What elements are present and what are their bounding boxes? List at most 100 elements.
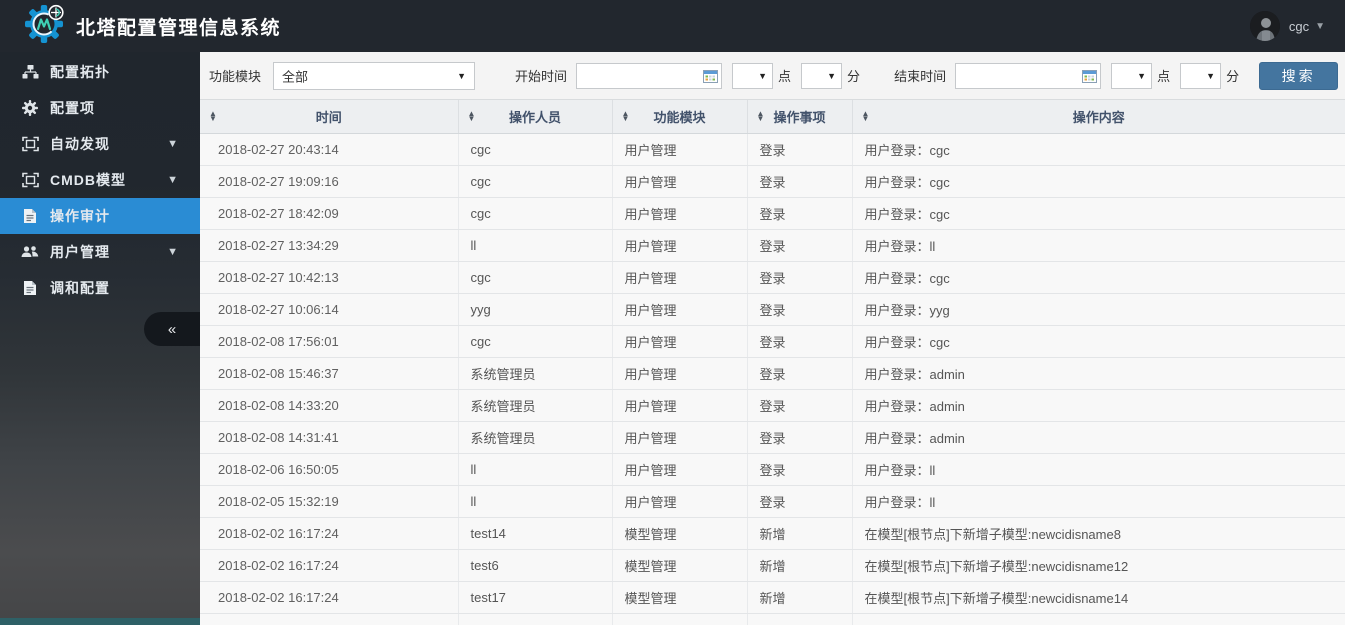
cell: 2018-02-08 17:56:01 <box>200 325 459 358</box>
column-header-4[interactable]: ▲ ▼ 操作内容 <box>852 100 1345 134</box>
column-label: 时间 <box>315 109 342 125</box>
sort-icon[interactable]: ▲ ▼ <box>757 110 765 123</box>
cell: 登录 <box>747 293 853 326</box>
audit-table: ▲ ▼ 时间 ▲ ▼ 操作人员 ▲ ▼ 功能模块 ▲ ▼ 操作事项 ▲ ▼ 操作内容 2018-02-27 … <box>200 100 1345 625</box>
sort-icon[interactable]: ▲ ▼ <box>622 110 630 123</box>
table-row[interactable]: 2018-02-27 10:42:13 cgc 用户管理 登录 用户登录：cgc <box>200 261 1345 294</box>
cell: 系统管理员 <box>458 389 613 422</box>
sort-icon[interactable]: ▲ ▼ <box>468 110 476 123</box>
table-row[interactable]: 2018-02-27 20:43:14 cgc 用户管理 登录 用户登录：cgc <box>200 133 1345 166</box>
sidebar-item-cmdb[interactable]: CMDB模型 ▼ <box>0 162 200 198</box>
module-select-value: 全部 <box>282 69 309 84</box>
cell: 用户管理 <box>612 357 748 390</box>
cell <box>747 613 853 625</box>
cell: 登录 <box>747 485 853 518</box>
table-row[interactable]: 2018-02-08 15:46:37 系统管理员 用户管理 登录 用户登录：admin <box>200 357 1345 390</box>
sidebar-collapse-button[interactable]: « <box>144 312 200 346</box>
end-time-input[interactable] <box>956 64 1079 87</box>
start-minute-select[interactable]: ▼ <box>801 62 843 89</box>
column-label: 操作事项 <box>773 109 826 125</box>
cell <box>458 613 613 625</box>
cell: 登录 <box>747 229 853 262</box>
cell: 2018-02-02 16:17:24 <box>200 581 459 614</box>
cell: 用户管理 <box>612 261 748 294</box>
cell <box>612 613 748 625</box>
table-row[interactable]: 2018-02-06 16:50:05 ll 用户管理 登录 用户登录：ll <box>200 453 1345 486</box>
table-row[interactable]: 2018-02-02 16:17:24 test14 模型管理 新增 在模型[根节点]下… <box>200 517 1345 550</box>
cell: 用户登录：cgc <box>852 197 1345 230</box>
cell: 登录 <box>747 165 853 198</box>
hour-unit-label: 点 <box>1157 69 1171 84</box>
chevron-down-icon: ▼ <box>758 70 768 81</box>
table-row[interactable]: 2018-02-27 19:09:16 cgc 用户管理 登录 用户登录：cgc <box>200 165 1345 198</box>
chevron-down-icon: ▼ <box>827 70 837 81</box>
cell: cgc <box>458 325 613 358</box>
sort-icon[interactable]: ▲ ▼ <box>862 110 870 123</box>
sidebar-item-audit[interactable]: 操作审计 <box>0 198 200 234</box>
cell: 登录 <box>747 197 853 230</box>
column-header-0[interactable]: ▲ ▼ 时间 <box>200 100 459 134</box>
cell: 用户登录：ll <box>852 485 1345 518</box>
sort-icon[interactable]: ▲ ▼ <box>209 110 217 123</box>
cell: 用户登录：admin <box>852 389 1345 422</box>
table-row[interactable]: 2018-02-27 18:42:09 cgc 用户管理 登录 用户登录：cgc <box>200 197 1345 230</box>
table-row[interactable]: 2018-02-27 13:34:29 ll 用户管理 登录 用户登录：ll <box>200 229 1345 262</box>
end-minute-select[interactable]: ▼ <box>1180 62 1222 89</box>
calendar-icon[interactable] <box>1078 64 1100 88</box>
cell: 用户管理 <box>612 421 748 454</box>
search-button[interactable]: 搜索 <box>1259 61 1339 90</box>
cell: 用户管理 <box>612 165 748 198</box>
cell <box>852 613 1345 625</box>
chevron-down-icon: ▼ <box>167 174 178 186</box>
chevron-down-icon: ▼ <box>1137 70 1147 81</box>
cell: ll <box>458 485 613 518</box>
table-row[interactable]: 2018-02-08 14:31:41 系统管理员 用户管理 登录 用户登录：admin <box>200 421 1345 454</box>
sidebar-item-topology[interactable]: 配置拓扑 <box>0 54 200 90</box>
cell: 用户管理 <box>612 485 748 518</box>
cell: 在模型[根节点]下新增子模型:newcidisname14 <box>852 581 1345 614</box>
end-hour-select[interactable]: ▼ <box>1111 62 1153 89</box>
user-menu[interactable]: cgc ▼ <box>1249 11 1325 41</box>
chevron-down-icon: ▼ <box>167 246 178 258</box>
cell: 2018-02-27 18:42:09 <box>200 197 459 230</box>
column-header-1[interactable]: ▲ ▼ 操作人员 <box>458 100 613 134</box>
cell: 2018-02-02 16:17:24 <box>200 549 459 582</box>
start-time-label: 开始时间 <box>515 69 568 84</box>
sidebar-item-users[interactable]: 用户管理 ▼ <box>0 234 200 270</box>
table-row[interactable]: 2018-02-02 16:17:24 test6 模型管理 新增 在模型[根节点]下新… <box>200 549 1345 582</box>
column-header-3[interactable]: ▲ ▼ 操作事项 <box>747 100 853 134</box>
start-time-input[interactable] <box>577 64 700 87</box>
module-filter-label: 功能模块 <box>209 69 262 84</box>
chevron-down-icon: ▼ <box>167 138 178 150</box>
cell: cgc <box>458 165 613 198</box>
column-header-2[interactable]: ▲ ▼ 功能模块 <box>612 100 748 134</box>
scan-icon <box>21 135 39 153</box>
cell: 模型管理 <box>612 581 748 614</box>
sidebar-item-ci[interactable]: 配置项 <box>0 90 200 126</box>
avatar[interactable] <box>1249 11 1280 41</box>
sitemap-icon <box>21 63 39 81</box>
cell: 登录 <box>747 453 853 486</box>
cell: 登录 <box>747 325 853 358</box>
cell: 在模型[根节点]下新增子模型:newcidisname12 <box>852 549 1345 582</box>
calendar-icon[interactable] <box>699 64 721 88</box>
top-bar: 北塔配置管理信息系统 cgc ▼ <box>0 0 1345 52</box>
table-row[interactable]: 2018-02-27 10:06:14 yyg 用户管理 登录 用户登录：yyg <box>200 293 1345 326</box>
user-name: cgc <box>1288 18 1310 34</box>
table-row[interactable]: 2018-02-05 15:32:19 ll 用户管理 登录 用户登录：ll <box>200 485 1345 518</box>
cell: 新增 <box>747 581 853 614</box>
cell: 登录 <box>747 133 853 166</box>
table-row[interactable]: 2018-02-08 17:56:01 cgc 用户管理 登录 用户登录：cgc <box>200 325 1345 358</box>
chevron-down-icon: ▼ <box>457 70 467 81</box>
table-row[interactable]: 2018-02-02 16:17:24 test17 模型管理 新增 在模型[根节点]下… <box>200 581 1345 614</box>
sidebar-item-discovery[interactable]: 自动发现 ▼ <box>0 126 200 162</box>
table-row[interactable]: 2018-02-08 14:33:20 系统管理员 用户管理 登录 用户登录：admin <box>200 389 1345 422</box>
start-hour-select[interactable]: ▼ <box>732 62 774 89</box>
cell: 用户管理 <box>612 389 748 422</box>
end-time-field <box>955 62 1102 89</box>
module-select[interactable]: 全部 ▼ <box>273 61 476 90</box>
minute-unit-label: 分 <box>1226 69 1240 84</box>
sidebar-item-reconcile[interactable]: 调和配置 <box>0 270 200 306</box>
cell: 用户管理 <box>612 229 748 262</box>
main-content: 功能模块 全部 ▼ 开始时间 ▼ 点 ▼ 分 结束时间 ▼ 点 ▼ 分 搜索 ▲… <box>200 52 1345 625</box>
